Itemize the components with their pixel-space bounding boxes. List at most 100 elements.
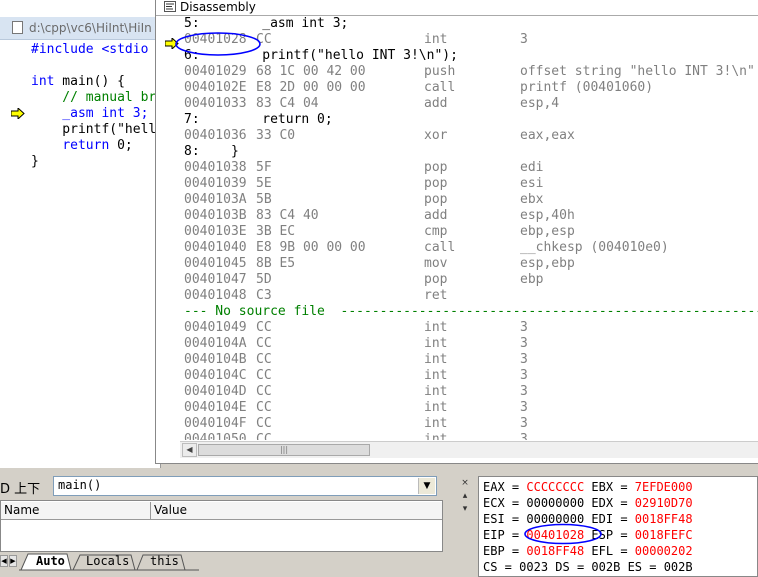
instruction-row[interactable]: 00401039 5E pop esi [156, 176, 758, 192]
disassembly-code[interactable]: 5: _asm int 3; 00401028 CC int 3 6: printf("h… [156, 16, 758, 440]
horizontal-scrollbar[interactable]: ◀ ||| [180, 441, 758, 458]
register-equals: = [504, 544, 527, 558]
address-highlight-ellipse [175, 32, 261, 56]
source-line[interactable]: } [31, 154, 156, 170]
instruction-operands: offset string "hello INT 3!\n" [520, 64, 755, 79]
no-source-separator[interactable]: --- No source file ---------------------… [156, 304, 758, 320]
disassembly-titlebar[interactable]: Disassembly [156, 0, 758, 16]
register-name: ES [627, 560, 643, 574]
tab-scroll-right-icon[interactable]: ▶ [9, 555, 17, 567]
variables-grid[interactable]: Name Value [0, 500, 443, 552]
register-value[interactable]: 7EFDE000 [635, 480, 693, 494]
source-line[interactable]: printf("hell [31, 122, 156, 138]
source-line-text: 7: return 0; [184, 112, 333, 127]
register-equals: = [504, 496, 527, 510]
source-token: 0; [109, 138, 133, 153]
chevron-down-icon[interactable]: ▼ [418, 478, 435, 494]
instruction-row[interactable]: 0040103E 3B EC cmp ebp,esp [156, 224, 758, 240]
instruction-address: 0040104F [184, 416, 247, 431]
instruction-row[interactable]: 0040103A 5B pop ebx [156, 192, 758, 208]
instruction-mnemonic: pop [424, 192, 448, 207]
instruction-row[interactable]: 00401049 CC int 3 [156, 320, 758, 336]
source-window-titlebar[interactable]: d:\cpp\vc6\HiInt\HiIn [0, 17, 160, 40]
instruction-row[interactable]: 00401040 E8 9B 00 00 00 call __chkesp (0040… [156, 240, 758, 256]
source-line[interactable]: // manual br [31, 90, 156, 106]
source-line-row[interactable]: 8: } [156, 144, 758, 160]
instruction-row[interactable]: 00401045 8B E5 mov esp,ebp [156, 256, 758, 272]
instruction-bytes: C3 [256, 288, 272, 303]
source-window[interactable]: d:\cpp\vc6\HiInt\HiIn #include <stdio int… [0, 0, 161, 468]
source-line[interactable]: #include <stdio [31, 42, 156, 58]
instruction-row[interactable]: 00401050 CC int 3 [156, 432, 758, 440]
instruction-address: 0040102E [184, 80, 247, 95]
tab-scroll-left-icon[interactable]: ◀ [0, 555, 8, 567]
instruction-operands: 3 [520, 400, 528, 415]
register-value[interactable]: 0018FF48 [526, 544, 584, 558]
instruction-operands: printf (00401060) [520, 80, 654, 95]
register-value[interactable]: 002B [664, 560, 693, 574]
instruction-row[interactable]: 0040104C CC int 3 [156, 368, 758, 384]
instruction-address: 0040104B [184, 352, 247, 367]
instruction-row[interactable]: 00401029 68 1C 00 42 00 push offset string … [156, 64, 758, 80]
instruction-row[interactable]: 0040103B 83 C4 40 add esp,40h [156, 208, 758, 224]
instruction-row[interactable]: 0040104E CC int 3 [156, 400, 758, 416]
instruction-address: 00401038 [184, 160, 247, 175]
instruction-address: 00401049 [184, 320, 247, 335]
instruction-operands: 3 [520, 336, 528, 351]
scroll-thumb[interactable]: ||| [198, 444, 370, 456]
instruction-row[interactable]: 00401048 C3 ret [156, 288, 758, 304]
chevron-down-icon[interactable]: ▾ [459, 505, 471, 515]
registers-pane: × ▴ ▾ EAX = CCCCCCCC EBX = 7EFDE000 ECX =… [455, 471, 758, 577]
instruction-row[interactable]: 0040104F CC int 3 [156, 416, 758, 432]
tab-auto[interactable]: Auto [36, 554, 65, 570]
register-value[interactable]: 0018FF48 [635, 512, 693, 526]
register-value[interactable]: 00000000 [526, 496, 584, 510]
instruction-mnemonic: cmp [424, 224, 448, 239]
register-value[interactable]: CCCCCCCC [526, 480, 584, 494]
context-select[interactable]: main() ▼ [53, 476, 437, 496]
source-line[interactable] [31, 58, 156, 74]
tab-locals[interactable]: Locals [86, 554, 129, 570]
instruction-bytes: 5E [256, 176, 272, 191]
column-header-name[interactable]: Name [1, 502, 151, 520]
register-value[interactable]: 02910D70 [635, 496, 693, 510]
register-value[interactable]: 002B [591, 560, 620, 574]
instruction-mnemonic: pop [424, 176, 448, 191]
registers-grid[interactable]: EAX = CCCCCCCC EBX = 7EFDE000 ECX = 00000… [478, 476, 758, 577]
source-line[interactable]: _asm int 3; [31, 106, 156, 122]
register-name: EBP [483, 544, 505, 558]
instruction-row[interactable]: 0040104D CC int 3 [156, 384, 758, 400]
source-line-row[interactable]: 5: _asm int 3; [156, 16, 758, 32]
register-name: EBX [591, 480, 614, 494]
register-equals: = [613, 528, 635, 542]
register-value[interactable]: 0018FEFC [635, 528, 693, 542]
scroll-left-button[interactable]: ◀ [182, 443, 197, 457]
instruction-row[interactable]: 0040104A CC int 3 [156, 336, 758, 352]
tab-this[interactable]: this [150, 554, 179, 570]
context-select-value: main() [58, 478, 102, 492]
source-code[interactable]: #include <stdio int main() { // manual br… [31, 42, 156, 170]
instruction-row[interactable]: 00401033 83 C4 04 add esp,4 [156, 96, 758, 112]
chevron-up-icon[interactable]: ▴ [459, 492, 471, 502]
instruction-mnemonic: call [424, 240, 456, 255]
instruction-row[interactable]: 00401036 33 C0 xor eax,eax [156, 128, 758, 144]
column-header-value[interactable]: Value [151, 502, 442, 520]
instruction-row[interactable]: 00401038 5F pop edi [156, 160, 758, 176]
disassembly-window[interactable]: Disassembly 5: _asm int 3; 00401028 CC int 3… [155, 0, 758, 464]
source-line[interactable]: int main() { [31, 74, 156, 90]
register-value[interactable]: 00000202 [635, 544, 693, 558]
source-line-row[interactable]: 7: return 0; [156, 112, 758, 128]
register-equals: = [613, 512, 635, 526]
instruction-bytes: 33 C0 [256, 128, 296, 143]
instruction-mnemonic: int [424, 336, 448, 351]
instruction-bytes: CC [256, 432, 272, 440]
instruction-bytes: CC [256, 400, 272, 415]
instruction-row[interactable]: 0040104B CC int 3 [156, 352, 758, 368]
instruction-mnemonic: int [424, 368, 448, 383]
instruction-row[interactable]: 00401047 5D pop ebp [156, 272, 758, 288]
instruction-bytes: 5F [256, 160, 272, 175]
register-value[interactable]: 0023 [519, 560, 548, 574]
close-icon[interactable]: × [459, 479, 471, 489]
instruction-row[interactable]: 0040102E E8 2D 00 00 00 call printf (004010… [156, 80, 758, 96]
source-line[interactable]: return 0; [31, 138, 156, 154]
